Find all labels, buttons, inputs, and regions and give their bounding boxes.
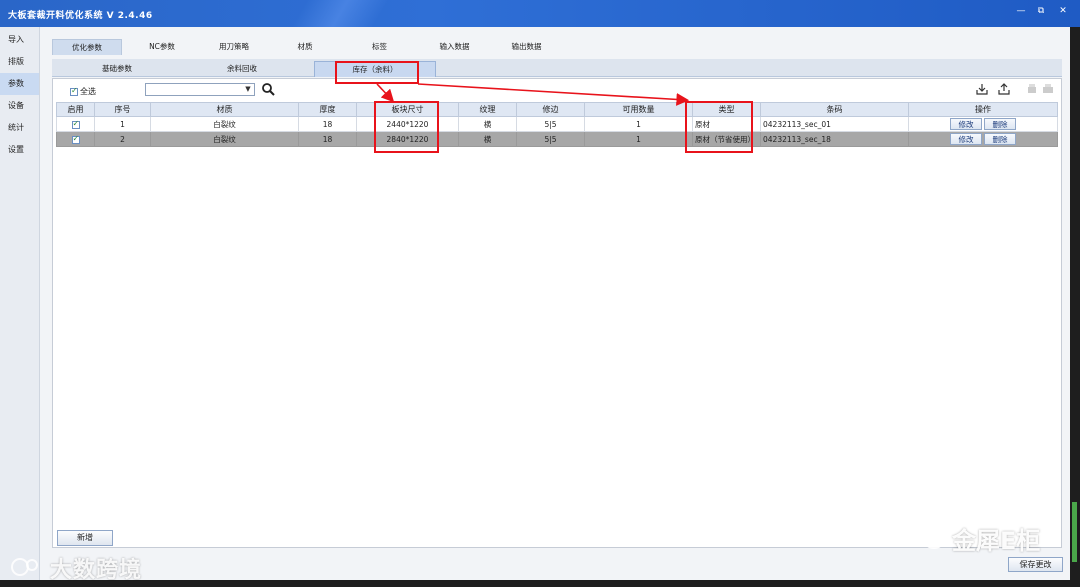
export-icon[interactable] [997,82,1011,96]
add-button[interactable]: 新增 [57,530,113,546]
cell-index: 1 [94,116,151,132]
select-all-label: 全选 [80,87,96,96]
cell-enabled[interactable] [56,131,95,147]
col-actions: 操作 [908,102,1058,117]
sidebar-item-settings[interactable]: 设置 [0,139,39,161]
cell-trim: 5|5 [516,116,585,132]
col-qty[interactable]: 可用数量 [584,102,693,117]
sidebar-item-params[interactable]: 参数 [0,73,39,95]
row-enabled-checkbox[interactable] [71,119,80,129]
edit-button[interactable]: 修改 [950,118,982,130]
cell-barcode: 04232113_sec_18 [760,131,909,147]
cell-thickness: 18 [298,116,357,132]
cell-enabled[interactable] [56,116,95,132]
delete-button[interactable]: 删除 [984,133,1016,145]
table-row[interactable]: 2 白裂纹 18 2840*1220 横 5|5 1 原材（节省使用） 0423… [56,131,1058,147]
import-icon[interactable] [975,82,989,96]
col-grain[interactable]: 纹理 [458,102,517,117]
grid-toolbar: 全选 ▼ [53,79,1061,101]
watermark-left: 大数跨境 [50,558,143,583]
tab-basic-params[interactable]: 基础参数 [72,61,162,77]
cell-material: 白裂纹 [150,131,299,147]
stock-table: 启用 序号 材质 厚度 板块尺寸 纹理 修边 可用数量 类型 条码 操作 1 [56,102,1058,147]
tab-label[interactable]: 标签 [357,39,402,55]
desktop-edge [1070,27,1080,587]
tab-output-data[interactable]: 输出数据 [499,39,554,55]
select-all[interactable]: 全选 [70,86,96,97]
row-enabled-checkbox[interactable] [71,134,80,144]
title-decoration [280,0,400,27]
cell-barcode: 04232113_sec_01 [760,116,909,132]
maximize-button[interactable]: ⧉ [1032,4,1050,18]
tab-input-data[interactable]: 输入数据 [427,39,482,55]
sidebar-item-stats[interactable]: 统计 [0,117,39,139]
highlight-box-size-column [374,101,439,153]
tab-tool-strategy[interactable]: 用刀策略 [204,39,264,55]
tab-remnant-recycle[interactable]: 余料回收 [197,61,287,77]
wechat-icon [912,526,944,549]
scrollbar[interactable] [1072,502,1077,562]
col-thickness[interactable]: 厚度 [298,102,357,117]
col-barcode[interactable]: 条码 [760,102,909,117]
print-icon[interactable] [1025,82,1039,96]
select-all-checkbox[interactable] [70,86,78,96]
sub-tabs: 基础参数 余料回收 库存（余料） [52,59,1062,77]
search-icon[interactable] [261,82,275,96]
printer-icon[interactable] [1041,82,1055,96]
cell-qty: 1 [584,116,693,132]
edit-button[interactable]: 修改 [950,133,982,145]
sidebar: 导入 排版 参数 设备 统计 设置 [0,27,40,587]
main-area: 优化参数 NC参数 用刀策略 材质 标签 输入数据 输出数据 基础参数 余料回收… [40,27,1070,580]
watermark-right: 金犀E柜 [952,527,1041,555]
highlight-box-type-column [685,101,753,153]
sidebar-item-layout[interactable]: 排版 [0,51,39,73]
tab-optimize-params[interactable]: 优化参数 [52,39,122,55]
watermark-logo-icon [11,558,38,576]
cell-grain: 横 [458,131,517,147]
save-changes-button[interactable]: 保存更改 [1008,557,1063,572]
tab-nc-params[interactable]: NC参数 [132,39,192,55]
col-trim[interactable]: 修边 [516,102,585,117]
cell-qty: 1 [584,131,693,147]
table-header-row: 启用 序号 材质 厚度 板块尺寸 纹理 修边 可用数量 类型 条码 操作 [56,102,1058,117]
sidebar-item-import[interactable]: 导入 [0,29,39,51]
minimize-button[interactable]: — [1012,4,1030,18]
cell-material: 白裂纹 [150,116,299,132]
cell-thickness: 18 [298,131,357,147]
delete-button[interactable]: 删除 [984,118,1016,130]
table-row[interactable]: 1 白裂纹 18 2440*1220 横 5|5 1 原材 04232113_s… [56,116,1058,132]
cell-actions: 修改 删除 [908,116,1058,132]
desktop-bottom-edge [0,580,1080,587]
tab-material[interactable]: 材质 [280,39,330,55]
chevron-down-icon[interactable]: ▼ [243,84,253,95]
col-enabled[interactable]: 启用 [56,102,95,117]
close-button[interactable]: ✕ [1054,4,1072,18]
app-title: 大板套裁开料优化系统 V 2.4.46 [8,11,153,21]
sidebar-item-device[interactable]: 设备 [0,95,39,117]
cell-actions: 修改 删除 [908,131,1058,147]
filter-dropdown[interactable]: ▼ [145,83,255,96]
cell-grain: 横 [458,116,517,132]
cell-index: 2 [94,131,151,147]
stock-panel: 全选 ▼ [52,78,1062,548]
cell-trim: 5|5 [516,131,585,147]
col-index[interactable]: 序号 [94,102,151,117]
title-bar: 大板套裁开料优化系统 V 2.4.46 — ⧉ ✕ [0,0,1080,27]
highlight-box-stock-tab [335,61,419,84]
col-material[interactable]: 材质 [150,102,299,117]
